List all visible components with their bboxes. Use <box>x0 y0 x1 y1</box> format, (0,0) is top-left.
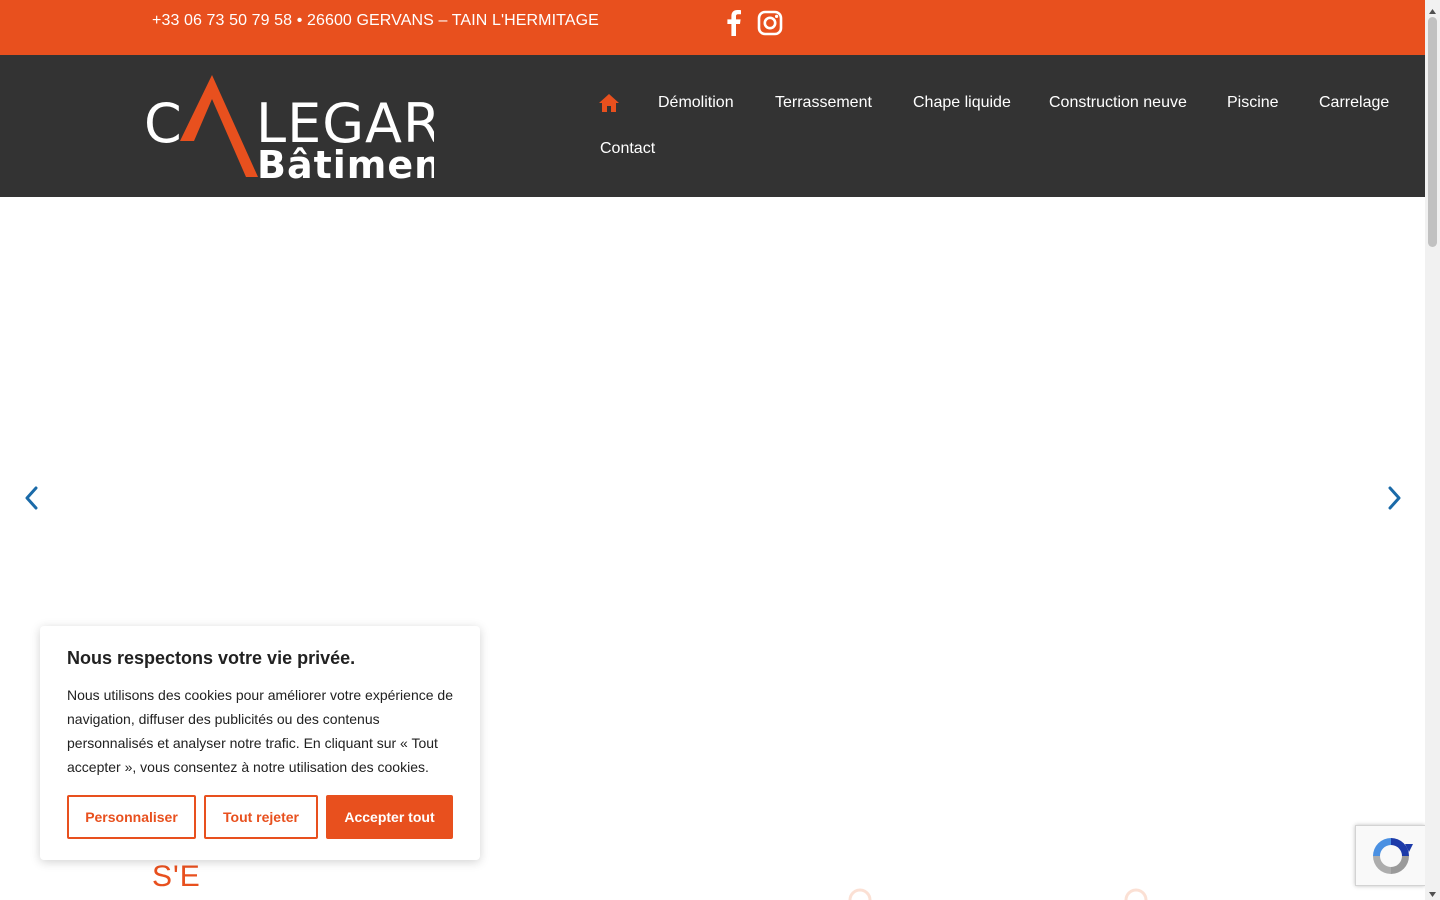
nav-item-carrelage[interactable]: Carrelage <box>1319 94 1389 112</box>
chevron-left-icon[interactable] <box>20 483 44 513</box>
scroll-up-icon[interactable] <box>1428 3 1437 14</box>
home-icon[interactable] <box>598 93 620 113</box>
nav-item-terrassement[interactable]: Terrassement <box>775 94 872 112</box>
contact-info: +33 06 73 50 79 58 • 26600 GERVANS – TAI… <box>152 12 599 29</box>
instagram-icon[interactable] <box>756 9 784 37</box>
scroll-down-icon[interactable] <box>1428 886 1437 897</box>
customize-button[interactable]: Personnaliser <box>67 795 196 839</box>
nav-item-demolition[interactable]: Démolition <box>658 94 734 112</box>
nav-item-contact[interactable]: Contact <box>600 140 655 158</box>
facebook-icon[interactable] <box>720 9 748 37</box>
recaptcha-icon <box>1372 837 1413 874</box>
nav-item-chape-liquide[interactable]: Chape liquide <box>913 94 1011 112</box>
nav-item-piscine[interactable]: Piscine <box>1227 94 1279 112</box>
site-header: C LEGARI Bâtiment Démolition Terrassemen… <box>0 55 1425 197</box>
recaptcha-badge[interactable] <box>1355 825 1425 886</box>
chevron-right-icon[interactable] <box>1382 483 1406 513</box>
section-title: S'E <box>152 860 201 893</box>
cookie-description: Nous utilisons des cookies pour améliore… <box>67 687 453 775</box>
cookie-consent-banner: Nous respectons votre vie privée. Nous u… <box>40 626 480 860</box>
accept-all-button[interactable]: Accepter tout <box>326 795 453 839</box>
decorative-arc-icon <box>1124 886 1148 900</box>
main-nav: Démolition Terrassement Chape liquide Co… <box>0 55 1425 197</box>
cookie-title: Nous respectons votre vie privée. <box>67 648 356 668</box>
page-scrollbar[interactable] <box>1425 0 1440 900</box>
nav-item-construction-neuve[interactable]: Construction neuve <box>1049 94 1187 112</box>
top-contact-bar: +33 06 73 50 79 58 • 26600 GERVANS – TAI… <box>0 0 1425 55</box>
reject-all-button[interactable]: Tout rejeter <box>204 795 318 839</box>
scrollbar-thumb[interactable] <box>1428 17 1437 247</box>
decorative-arc-icon <box>848 886 872 900</box>
